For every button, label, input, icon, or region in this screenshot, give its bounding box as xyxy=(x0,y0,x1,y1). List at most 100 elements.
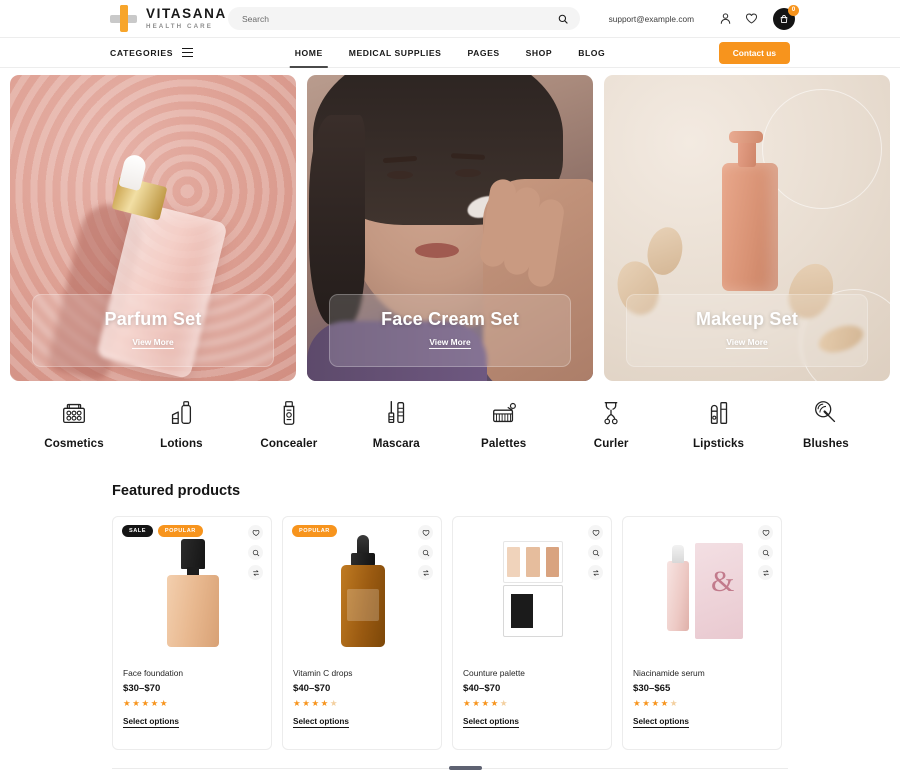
category-item-palettes[interactable]: Palettes xyxy=(452,398,556,450)
product-price: $30–$65 xyxy=(633,683,671,694)
user-account-icon[interactable] xyxy=(719,12,732,25)
nav-links: HOME MEDICAL SUPPLIES PAGES SHOP BLOG xyxy=(289,37,605,69)
featured-products-heading: Featured products xyxy=(112,483,241,499)
scrollbar-thumb[interactable] xyxy=(449,766,482,770)
search-input[interactable] xyxy=(242,13,558,24)
categories-label: CATEGORIES xyxy=(110,47,174,58)
wishlist-heart-icon[interactable] xyxy=(745,12,758,25)
category-item-cosmetics[interactable]: Cosmetics xyxy=(22,398,126,450)
lotion-bottle-icon xyxy=(172,401,192,424)
nav-item-shop[interactable]: SHOP xyxy=(526,37,553,68)
quick-view-search-icon[interactable] xyxy=(418,545,433,560)
support-email[interactable]: support@example.com xyxy=(609,14,694,24)
cart-count-badge: 0 xyxy=(788,4,799,16)
product-card-face-foundation[interactable]: SALE POPULAR Face foundation $30–$70 ★ ★ ★… xyxy=(112,516,272,750)
quick-view-search-icon[interactable] xyxy=(248,545,263,560)
product-info: Face foundation $30–$70 ★ ★ ★ ★ ★ Select opt… xyxy=(113,662,271,729)
shopping-bag-icon xyxy=(780,14,788,23)
hero-card-face-cream-set[interactable]: Face Cream Set View More xyxy=(307,75,593,381)
eyeshadow-palette-icon xyxy=(492,402,516,423)
hero-view-more-link[interactable]: View More xyxy=(726,337,768,349)
select-options-button[interactable]: Select options xyxy=(633,717,689,728)
select-options-button[interactable]: Select options xyxy=(293,717,349,728)
category-label: Palettes xyxy=(481,437,527,450)
category-label: Cosmetics xyxy=(44,437,104,450)
featured-products-row: SALE POPULAR Face foundation $30–$70 ★ ★ ★… xyxy=(0,499,900,750)
main-navigation: CATEGORIES HOME MEDICAL SUPPLIES PAGES S… xyxy=(0,37,900,69)
category-strip: Cosmetics Lotions Concealer Mascara Pale… xyxy=(0,381,900,450)
cart-button[interactable]: 0 xyxy=(773,4,799,30)
nav-item-pages[interactable]: PAGES xyxy=(467,37,499,68)
search-icon[interactable] xyxy=(558,14,568,24)
hero-view-more-link[interactable]: View More xyxy=(132,337,174,349)
product-price: $40–$70 xyxy=(463,683,501,694)
logo-title: VITASANA xyxy=(146,6,227,22)
category-label: Lotions xyxy=(160,437,203,450)
category-label: Concealer xyxy=(260,437,318,450)
wishlist-icon[interactable] xyxy=(418,525,433,540)
wishlist-icon[interactable] xyxy=(248,525,263,540)
product-quick-actions xyxy=(758,525,773,580)
product-rating-stars: ★ ★ ★ ★ ★ xyxy=(463,698,508,708)
hero-card-makeup-set[interactable]: Makeup Set View More xyxy=(604,75,890,381)
wishlist-icon[interactable] xyxy=(588,525,603,540)
category-label: Blushes xyxy=(803,437,849,450)
select-options-button[interactable]: Select options xyxy=(123,717,179,728)
compare-icon[interactable] xyxy=(418,565,433,580)
quick-view-search-icon[interactable] xyxy=(758,545,773,560)
category-label: Curler xyxy=(593,437,629,450)
mascara-wand-icon xyxy=(388,401,405,424)
medical-cross-logo-icon xyxy=(110,5,137,32)
nav-item-home[interactable]: HOME xyxy=(289,37,328,69)
hero-title: Parfum Set xyxy=(104,309,202,329)
product-info: Niacinamide serum $30–$65 ★ ★ ★ ★ ★ Select o… xyxy=(623,662,781,729)
compare-icon[interactable] xyxy=(758,565,773,580)
product-quick-actions xyxy=(588,525,603,580)
eyelash-curler-icon xyxy=(604,401,618,425)
product-card-vitamin-c-drops[interactable]: POPULAR Vitamin C drops $40–$70 ★ ★ ★ ★ ★ Se… xyxy=(282,516,442,750)
badge-popular: POPULAR xyxy=(292,525,337,537)
badge-popular: POPULAR xyxy=(157,525,203,537)
product-name[interactable]: Face foundation xyxy=(123,668,261,678)
product-name[interactable]: Counture palette xyxy=(463,668,601,678)
product-name[interactable]: Vitamin C drops xyxy=(293,668,431,678)
category-item-mascara[interactable]: Mascara xyxy=(344,398,448,450)
cosmetics-case-icon xyxy=(63,403,85,424)
select-options-button[interactable]: Select options xyxy=(463,717,519,728)
hero-overlay-parfum: Parfum Set View More xyxy=(32,294,274,367)
quick-view-search-icon[interactable] xyxy=(588,545,603,560)
category-item-blushes[interactable]: Blushes xyxy=(774,398,878,450)
product-rating-stars: ★ ★ ★ ★ ★ xyxy=(633,698,678,708)
contact-us-button[interactable]: Contact us xyxy=(718,41,790,64)
badge-sale: SALE xyxy=(122,525,153,537)
category-item-lotions[interactable]: Lotions xyxy=(129,398,233,450)
hero-overlay-makeup: Makeup Set View More xyxy=(626,294,868,367)
wishlist-icon[interactable] xyxy=(758,525,773,540)
category-item-curler[interactable]: Curler xyxy=(559,398,663,450)
logo-text-block: VITASANA HEALTH CARE xyxy=(146,7,227,30)
hero-overlay-face-cream: Face Cream Set View More xyxy=(329,294,571,367)
hero-view-more-link[interactable]: View More xyxy=(429,337,471,349)
top-bar-actions: support@example.com 0 xyxy=(609,0,799,37)
product-name[interactable]: Niacinamide serum xyxy=(633,668,771,678)
nav-item-medical-supplies[interactable]: MEDICAL SUPPLIES xyxy=(349,37,442,68)
product-rating-stars: ★ ★ ★ ★ ★ xyxy=(123,698,168,708)
product-card-niacinamide-serum[interactable]: & Niacinamide serum $30–$65 ★ ★ ★ ★ ★ Select… xyxy=(622,516,782,750)
search-bar[interactable] xyxy=(228,7,580,30)
top-bar: VITASANA HEALTH CARE support@example.com… xyxy=(0,0,900,37)
product-card-counture-palette[interactable]: Counture palette $40–$70 ★ ★ ★ ★ ★ Select op… xyxy=(452,516,612,750)
category-item-lipsticks[interactable]: Lipsticks xyxy=(667,398,771,450)
nav-item-blog[interactable]: BLOG xyxy=(578,37,605,68)
concealer-tube-icon xyxy=(283,401,295,425)
product-price: $30–$70 xyxy=(123,683,161,694)
lipstick-icon xyxy=(710,402,727,424)
category-item-concealer[interactable]: Concealer xyxy=(237,398,341,450)
compare-icon[interactable] xyxy=(588,565,603,580)
hero-card-parfum-set[interactable]: Parfum Set View More xyxy=(10,75,296,381)
compare-icon[interactable] xyxy=(248,565,263,580)
categories-menu-button[interactable]: CATEGORIES xyxy=(110,47,194,58)
hero-title: Face Cream Set xyxy=(381,309,519,329)
site-logo[interactable]: VITASANA HEALTH CARE xyxy=(110,5,227,32)
hero-title: Makeup Set xyxy=(695,309,799,329)
category-label: Lipsticks xyxy=(692,437,745,450)
